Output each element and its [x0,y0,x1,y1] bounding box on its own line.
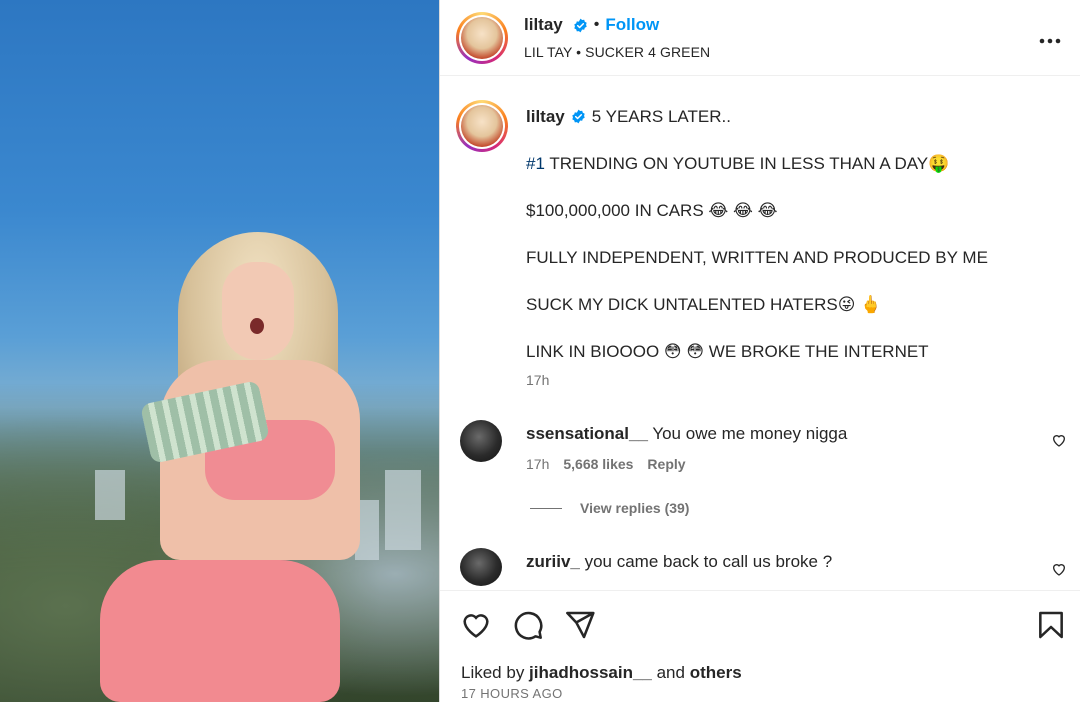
caption-line-5: SUCK MY DICK UNTALENTED HATERS😜 🖕 [526,295,882,314]
caption-timestamp[interactable]: 17h [526,372,549,388]
author-username[interactable]: liltay [524,15,563,35]
building [385,470,421,550]
liked-others-link[interactable]: others [690,663,742,682]
caption-username[interactable]: liltay [526,105,565,128]
more-options-icon[interactable] [1039,24,1061,50]
hashtag-link[interactable]: #1 [526,154,545,173]
verified-badge-icon [574,18,587,32]
share-icon[interactable] [564,609,596,641]
caption-line-2: #1 TRENDING ON YOUTUBE IN LESS THAN A DA… [526,154,950,173]
follow-button[interactable]: Follow [605,15,659,35]
subject-face [222,262,294,360]
subject-mouth [250,318,264,334]
view-replies-label: View replies (39) [580,500,690,516]
caption-avatar[interactable] [456,100,508,152]
save-bookmark-icon[interactable] [1035,609,1067,641]
liked-user-link[interactable]: jihadhossain__ [529,663,652,682]
post-panel: liltay • Follow LIL TAY • SUCKER 4 GREEN… [439,0,1080,702]
like-comment-icon[interactable] [1051,432,1067,448]
comment-text: You owe me money nigga [652,424,848,443]
separator-dot: • [593,16,600,33]
post-media[interactable] [0,0,439,702]
verified-badge-icon [572,109,585,124]
like-heart-icon[interactable] [460,609,492,641]
view-replies-button[interactable]: View replies (39) [530,500,689,516]
caption-line-6: LINK IN BIOOOO 😳 😳 WE BROKE THE INTERNET [526,342,929,361]
post-timestamp[interactable]: 17 HOURS AGO [461,686,563,701]
commenter-username[interactable]: zuriiv_ [526,552,580,571]
caption-line-1: 5 YEARS LATER.. [591,107,731,126]
comment-text: you came back to call us broke ? [584,552,833,571]
commenter-avatar[interactable] [460,548,502,586]
subject-shorts [100,560,340,702]
author-avatar[interactable] [456,12,508,64]
replies-divider [530,507,562,509]
comment-time[interactable]: 17h [526,456,549,472]
commenter-username[interactable]: ssensational__ [526,424,648,443]
reply-button[interactable]: Reply [647,456,685,472]
like-comment-icon[interactable] [1051,561,1067,577]
post-header: liltay • Follow LIL TAY • SUCKER 4 GREEN [440,0,1080,76]
commenter-avatar[interactable] [460,420,502,462]
building [95,470,125,520]
comment-icon[interactable] [512,609,544,641]
post-actions: Liked by jihadhossain__ and others 17 HO… [440,590,1080,702]
audio-label[interactable]: LIL TAY • SUCKER 4 GREEN [524,44,710,60]
caption-line-4: FULLY INDEPENDENT, WRITTEN AND PRODUCED … [526,248,988,267]
comment-likes[interactable]: 5,668 likes [563,456,633,472]
liked-by: Liked by jihadhossain__ and others [461,663,742,682]
caption-line-3: $100,000,000 IN CARS 😂 😂 😂 [526,201,778,220]
